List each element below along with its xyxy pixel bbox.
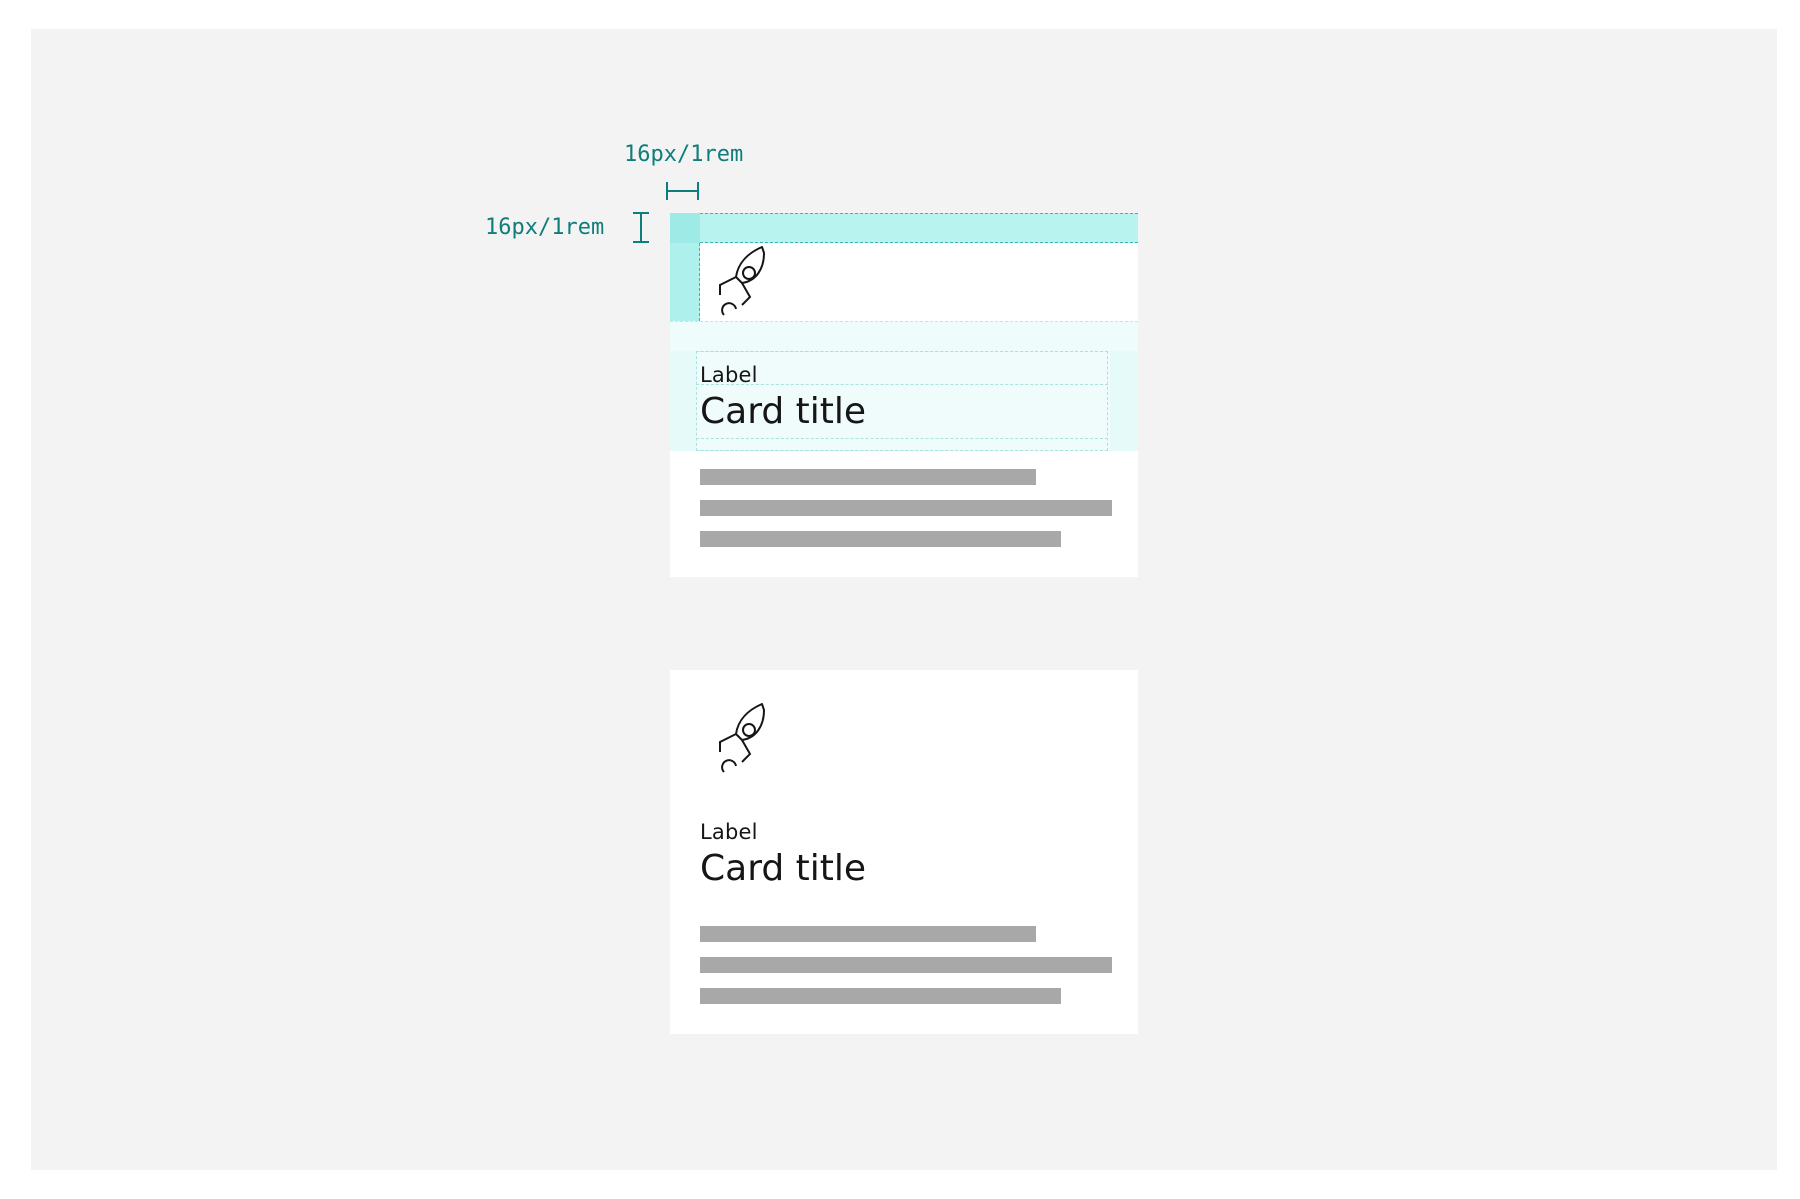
body-placeholder-line bbox=[700, 988, 1061, 1004]
card-label: Label bbox=[700, 363, 758, 387]
plain-card: Label Card title bbox=[670, 670, 1138, 1034]
horizontal-spacing-marker bbox=[666, 182, 699, 200]
annotated-card: Label Card title bbox=[670, 213, 1138, 577]
corner-padding-highlight bbox=[670, 213, 700, 243]
vertical-spacing-label: 16px/1rem bbox=[485, 215, 605, 240]
body-placeholder-line bbox=[700, 531, 1061, 547]
vertical-spacing-marker bbox=[633, 212, 649, 243]
card-title: Card title bbox=[700, 391, 867, 432]
card-title: Card title bbox=[700, 848, 867, 889]
text-right-padding-highlight bbox=[1110, 351, 1138, 451]
text-left-padding-highlight bbox=[670, 351, 696, 451]
body-placeholder-line bbox=[700, 957, 1112, 973]
body-placeholder-line bbox=[700, 469, 1036, 485]
horizontal-spacing-label: 16px/1rem bbox=[624, 142, 744, 167]
rocket-icon bbox=[719, 703, 765, 773]
top-padding-highlight bbox=[670, 213, 1138, 243]
rocket-icon bbox=[719, 246, 765, 316]
label-box bbox=[696, 351, 1108, 385]
body-placeholder-line bbox=[700, 500, 1112, 516]
card-label: Label bbox=[700, 820, 758, 844]
icon-gap-highlight bbox=[670, 321, 1138, 351]
body-placeholder-line bbox=[700, 926, 1036, 942]
